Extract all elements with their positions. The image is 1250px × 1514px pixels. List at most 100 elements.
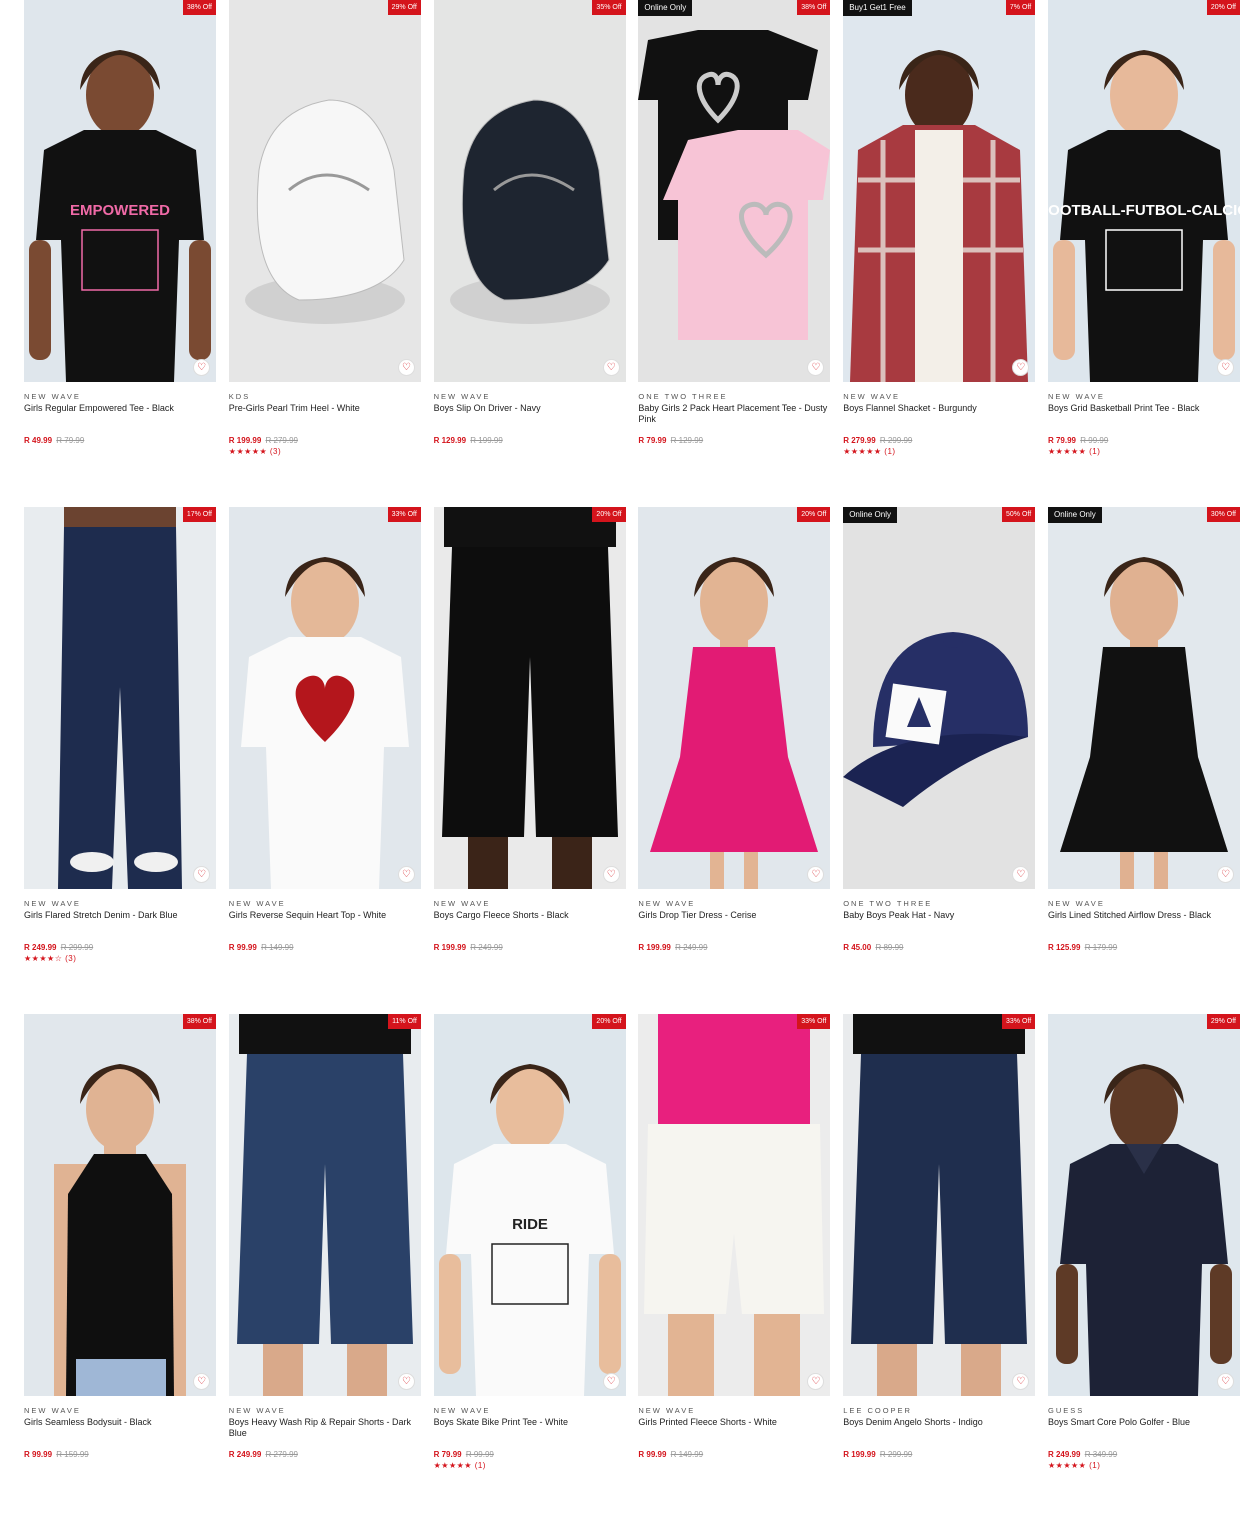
- product-card[interactable]: Buy1 Get1 Free 7% Off ♡ NEW WAVE Boys Fl…: [843, 0, 1036, 507]
- product-image[interactable]: [228, 0, 421, 382]
- product-image[interactable]: [638, 0, 831, 382]
- product-card[interactable]: 20% Off ♡ NEW WAVE Girls Drop Tier Dress…: [638, 507, 831, 1014]
- product-price: R 79.99 R 129.99: [638, 436, 830, 446]
- product-card[interactable]: Online Only 30% Off ♡ NEW WAVE Girls Lin…: [1047, 507, 1240, 1014]
- product-name[interactable]: Baby Girls 2 Pack Heart Placement Tee - …: [638, 403, 830, 427]
- product-image[interactable]: [228, 507, 421, 889]
- original-price: R 99.99: [465, 1450, 494, 1459]
- product-card[interactable]: FOOTBALL-FUTBOL-CALCIO 20% Off ♡ NEW WAV…: [1047, 0, 1240, 507]
- product-rating: ★★★★★ (1): [843, 447, 1035, 457]
- product-image[interactable]: [638, 507, 831, 889]
- wishlist-heart-icon[interactable]: ♡: [1216, 1373, 1234, 1390]
- product-card[interactable]: 35% Off ♡ NEW WAVE Boys Slip On Driver -…: [433, 0, 626, 507]
- product-name[interactable]: Baby Boys Peak Hat - Navy: [843, 910, 1035, 934]
- product-card[interactable]: Online Only 50% Off ♡ ONE TWO THREE Baby…: [843, 507, 1036, 1014]
- product-price: R 125.99 R 179.99: [1048, 943, 1240, 953]
- wishlist-heart-icon[interactable]: ♡: [193, 359, 210, 376]
- review-count: (3): [269, 447, 282, 456]
- wishlist-heart-icon[interactable]: ♡: [602, 866, 620, 883]
- product-price: R 199.99 R 249.99: [638, 943, 830, 953]
- product-image[interactable]: [843, 0, 1036, 382]
- product-brand: ONE TWO THREE: [638, 392, 728, 401]
- product-card[interactable]: 29% Off ♡ KDS Pre-Girls Pearl Trim Heel …: [228, 0, 421, 507]
- product-image-container[interactable]: 33% Off ♡: [228, 507, 421, 889]
- product-card[interactable]: 38% Off ♡ NEW WAVE Girls Seamless Bodysu…: [24, 1014, 216, 1514]
- wishlist-heart-icon[interactable]: ♡: [1216, 866, 1234, 883]
- product-card[interactable]: 20% Off ♡ NEW WAVE Boys Cargo Fleece Sho…: [433, 507, 626, 1014]
- product-card[interactable]: 11% Off ♡ NEW WAVE Boys Heavy Wash Rip &…: [228, 1014, 421, 1514]
- product-name[interactable]: Boys Cargo Fleece Shorts - Black: [434, 910, 626, 934]
- product-name[interactable]: Girls Regular Empowered Tee - Black: [24, 403, 216, 427]
- product-image[interactable]: [228, 1014, 421, 1396]
- product-image[interactable]: [1047, 507, 1240, 889]
- product-name[interactable]: Girls Seamless Bodysuit - Black: [24, 1417, 216, 1441]
- discount-badge: 33% Off: [387, 507, 421, 522]
- wishlist-heart-icon[interactable]: ♡: [397, 1373, 415, 1390]
- wishlist-heart-icon[interactable]: ♡: [1216, 359, 1234, 376]
- product-name[interactable]: Girls Flared Stretch Denim - Dark Blue: [24, 910, 216, 934]
- original-price: R 299.99: [60, 943, 94, 952]
- product-image-container[interactable]: 29% Off ♡: [1047, 1014, 1240, 1396]
- product-image[interactable]: [638, 1014, 831, 1396]
- product-image-container[interactable]: 17% Off ♡: [24, 507, 216, 889]
- product-image-container[interactable]: 20% Off ♡: [638, 507, 831, 889]
- product-image[interactable]: [1047, 1014, 1240, 1396]
- wishlist-heart-icon[interactable]: ♡: [602, 359, 620, 376]
- current-price: R 279.99: [843, 436, 876, 445]
- product-name[interactable]: Boys Slip On Driver - Navy: [434, 403, 626, 427]
- product-brand: NEW WAVE: [638, 1406, 696, 1415]
- product-brand: LEE COOPER: [843, 1406, 912, 1415]
- product-card[interactable]: RIDE 20% Off ♡ NEW WAVE Boys Skate Bike …: [433, 1014, 626, 1514]
- product-card[interactable]: Online Only 38% Off ♡ ONE TWO THREE Baby…: [638, 0, 831, 507]
- product-name[interactable]: Boys Skate Bike Print Tee - White: [434, 1417, 626, 1441]
- product-name[interactable]: Boys Flannel Shacket - Burgundy: [843, 403, 1035, 427]
- product-card[interactable]: 33% Off ♡ NEW WAVE Girls Printed Fleece …: [638, 1014, 831, 1514]
- product-name[interactable]: Boys Smart Core Polo Golfer - Blue: [1048, 1417, 1240, 1441]
- product-name[interactable]: Boys Grid Basketball Print Tee - Black: [1048, 403, 1240, 427]
- product-name[interactable]: Boys Denim Angelo Shorts - Indigo: [843, 1417, 1035, 1441]
- product-image-container[interactable]: EMPOWERED 38% Off ♡: [24, 0, 216, 382]
- product-image-container[interactable]: 20% Off ♡: [433, 507, 626, 889]
- discount-badge: 33% Off: [1002, 1014, 1036, 1029]
- wishlist-heart-icon[interactable]: ♡: [602, 1373, 620, 1390]
- product-name[interactable]: Pre-Girls Pearl Trim Heel - White: [229, 403, 421, 427]
- wishlist-heart-icon[interactable]: ♡: [397, 359, 415, 376]
- product-image[interactable]: RIDE: [433, 1014, 626, 1396]
- product-image-container[interactable]: RIDE 20% Off ♡: [433, 1014, 626, 1396]
- product-name[interactable]: Girls Reverse Sequin Heart Top - White: [229, 910, 421, 934]
- product-image[interactable]: [843, 1014, 1036, 1396]
- product-image-container[interactable]: Buy1 Get1 Free 7% Off ♡: [843, 0, 1036, 382]
- product-image-container[interactable]: 38% Off ♡: [24, 1014, 216, 1396]
- current-price: R 79.99: [1047, 436, 1077, 445]
- wishlist-heart-icon[interactable]: ♡: [193, 1373, 210, 1390]
- product-name[interactable]: Girls Lined Stitched Airflow Dress - Bla…: [1048, 910, 1240, 934]
- product-image[interactable]: FOOTBALL-FUTBOL-CALCIO: [1047, 0, 1240, 382]
- product-image[interactable]: [433, 507, 626, 889]
- product-image[interactable]: [843, 507, 1036, 889]
- product-name[interactable]: Boys Heavy Wash Rip & Repair Shorts - Da…: [229, 1417, 421, 1441]
- discount-badge: 20% Off: [1206, 0, 1240, 15]
- product-card[interactable]: 17% Off ♡ NEW WAVE Girls Flared Stretch …: [24, 507, 216, 1014]
- product-image-container[interactable]: 33% Off ♡: [843, 1014, 1036, 1396]
- product-image-container[interactable]: 33% Off ♡: [638, 1014, 831, 1396]
- product-rating: ★★★★★ (1): [1048, 447, 1240, 457]
- product-image-container[interactable]: 35% Off ♡: [433, 0, 626, 382]
- product-card[interactable]: 33% Off ♡ LEE COOPER Boys Denim Angelo S…: [843, 1014, 1036, 1514]
- product-image[interactable]: [24, 1014, 216, 1396]
- wishlist-heart-icon[interactable]: ♡: [397, 866, 415, 883]
- product-card[interactable]: 33% Off ♡ NEW WAVE Girls Reverse Sequin …: [228, 507, 421, 1014]
- product-image-container[interactable]: FOOTBALL-FUTBOL-CALCIO 20% Off ♡: [1047, 0, 1240, 382]
- product-image[interactable]: [24, 507, 216, 889]
- wishlist-heart-icon[interactable]: ♡: [193, 866, 210, 883]
- product-image-container[interactable]: 11% Off ♡: [228, 1014, 421, 1396]
- product-image[interactable]: [433, 0, 626, 382]
- product-card[interactable]: 29% Off ♡ GUESS Boys Smart Core Polo Gol…: [1047, 1014, 1240, 1514]
- product-image-container[interactable]: Online Only 38% Off ♡: [638, 0, 831, 382]
- product-name[interactable]: Girls Printed Fleece Shorts - White: [638, 1417, 830, 1441]
- product-image-container[interactable]: Online Only 30% Off ♡: [1047, 507, 1240, 889]
- product-name[interactable]: Girls Drop Tier Dress - Cerise: [638, 910, 830, 934]
- product-card[interactable]: EMPOWERED 38% Off ♡ NEW WAVE Girls Regul…: [24, 0, 216, 507]
- product-image-container[interactable]: Online Only 50% Off ♡: [843, 507, 1036, 889]
- product-image[interactable]: EMPOWERED: [24, 0, 216, 382]
- product-image-container[interactable]: 29% Off ♡: [228, 0, 421, 382]
